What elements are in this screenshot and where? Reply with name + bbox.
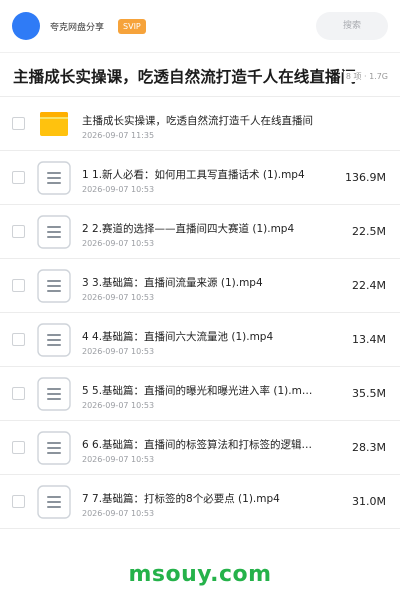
file-date: 2026-09-07 10:53 xyxy=(82,239,155,248)
file-date: 2026-09-07 10:53 xyxy=(82,455,155,464)
select-checkbox[interactable] xyxy=(12,225,25,238)
file-list: 主播成长实操课，吃透自然流打造千人在线直播间 2026-09-07 11:35 … xyxy=(0,96,400,529)
document-icon xyxy=(37,215,71,249)
document-icon xyxy=(37,161,71,195)
file-name: 5 5.基础篇：直播间的曝光和曝光进入率 (1).mp4 xyxy=(82,385,314,397)
file-name: 3 3.基础篇：直播间流量来源 (1).mp4 xyxy=(82,277,263,289)
select-checkbox[interactable] xyxy=(12,495,25,508)
file-date: 2026-09-07 10:53 xyxy=(82,185,155,194)
document-icon xyxy=(37,485,71,519)
share-page: 夸克网盘分享 SVIP 主播成长实操课，吃透自然流打造千人在线直播间 8 项 ·… xyxy=(0,0,400,600)
list-item[interactable]: 2 2.赛道的选择——直播间四大赛道 (1).mp4 2026-09-07 10… xyxy=(0,205,400,259)
select-checkbox[interactable] xyxy=(12,333,25,346)
svip-badge: SVIP xyxy=(118,18,146,34)
file-name: 7 7.基础篇：打标签的8个必要点 (1).mp4 xyxy=(82,493,280,505)
header: 夸克网盘分享 SVIP xyxy=(0,0,400,52)
select-checkbox[interactable] xyxy=(12,387,25,400)
file-date: 2026-09-07 10:53 xyxy=(82,347,155,356)
file-date: 2026-09-07 10:53 xyxy=(82,509,155,518)
file-name: 主播成长实操课，吃透自然流打造千人在线直播间 xyxy=(82,115,313,127)
document-icon xyxy=(37,377,71,411)
select-checkbox[interactable] xyxy=(12,117,25,130)
list-item[interactable]: 5 5.基础篇：直播间的曝光和曝光进入率 (1).mp4 2026-09-07 … xyxy=(0,367,400,421)
avatar[interactable] xyxy=(12,12,40,40)
file-date: 2026-09-07 10:53 xyxy=(82,293,155,302)
select-checkbox[interactable] xyxy=(12,171,25,184)
folder-icon xyxy=(37,107,71,141)
file-date: 2026-09-07 10:53 xyxy=(82,401,155,410)
file-size: 22.4M xyxy=(352,279,386,292)
select-checkbox[interactable] xyxy=(12,279,25,292)
list-item[interactable]: 主播成长实操课，吃透自然流打造千人在线直播间 2026-09-07 11:35 xyxy=(0,97,400,151)
file-size: 35.5M xyxy=(352,387,386,400)
file-name: 2 2.赛道的选择——直播间四大赛道 (1).mp4 xyxy=(82,223,295,235)
app-name: 夸克网盘分享 xyxy=(50,22,105,33)
file-size: 31.0M xyxy=(352,495,386,508)
list-item[interactable]: 7 7.基础篇：打标签的8个必要点 (1).mp4 2026-09-07 10:… xyxy=(0,475,400,529)
file-name: 6 6.基础篇：直播间的标签算法和打标签的逻辑 (1).mp4 xyxy=(82,439,314,451)
file-size: 22.5M xyxy=(352,225,386,238)
folder-title-bar: 主播成长实操课，吃透自然流打造千人在线直播间 8 项 · 1.7G xyxy=(0,52,400,96)
page-title: 主播成长实操课，吃透自然流打造千人在线直播间 xyxy=(13,68,357,86)
document-icon xyxy=(37,431,71,465)
file-size: 28.3M xyxy=(352,441,386,454)
document-icon xyxy=(37,323,71,357)
list-item[interactable]: 4 4.基础篇：直播间六大流量池 (1).mp4 2026-09-07 10:5… xyxy=(0,313,400,367)
list-item[interactable]: 6 6.基础篇：直播间的标签算法和打标签的逻辑 (1).mp4 2026-09-… xyxy=(0,421,400,475)
watermark: msouy.com xyxy=(128,562,272,587)
list-item[interactable]: 3 3.基础篇：直播间流量来源 (1).mp4 2026-09-07 10:53… xyxy=(0,259,400,313)
folder-meta: 8 项 · 1.7G xyxy=(343,71,388,82)
file-name: 4 4.基础篇：直播间六大流量池 (1).mp4 xyxy=(82,331,274,343)
file-name: 1 1.新人必看：如何用工具写直播话术 (1).mp4 xyxy=(82,169,305,181)
file-size: 13.4M xyxy=(352,333,386,346)
search-input[interactable] xyxy=(316,12,388,40)
select-checkbox[interactable] xyxy=(12,441,25,454)
file-date: 2026-09-07 11:35 xyxy=(82,131,155,140)
document-icon xyxy=(37,269,71,303)
list-item[interactable]: 1 1.新人必看：如何用工具写直播话术 (1).mp4 2026-09-07 1… xyxy=(0,151,400,205)
file-size: 136.9M xyxy=(345,171,386,184)
